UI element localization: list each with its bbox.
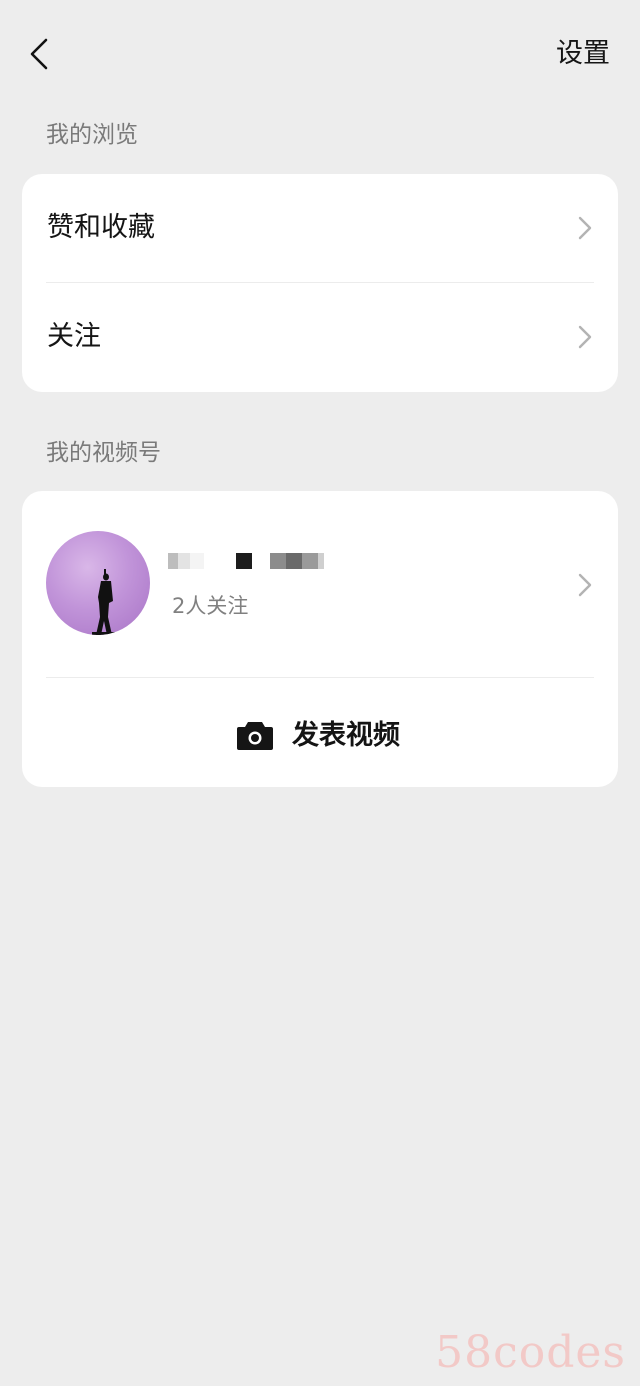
channel-item[interactable]: 2人关注 xyxy=(22,491,618,677)
likes-and-favorites-label: 赞和收藏 xyxy=(47,212,155,243)
top-bar: 设置 xyxy=(0,0,640,110)
section-title-browse: 我的浏览 xyxy=(46,122,138,148)
avatar-silhouette-icon xyxy=(92,569,118,635)
channels-card: 2人关注 发表视频 xyxy=(22,491,618,787)
chevron-right-icon xyxy=(578,325,592,349)
followers-count: 2人关注 xyxy=(172,594,249,618)
following-item[interactable]: 关注 xyxy=(22,283,618,391)
channel-name-mosaic xyxy=(168,553,324,569)
avatar xyxy=(46,531,150,635)
camera-icon xyxy=(237,721,273,750)
settings-button[interactable]: 设置 xyxy=(556,36,610,72)
following-label: 关注 xyxy=(47,321,101,352)
post-video-label: 发表视频 xyxy=(292,720,400,751)
chevron-right-icon xyxy=(578,216,592,240)
watermark: 58codes xyxy=(435,1327,626,1378)
chevron-right-icon xyxy=(578,573,592,597)
browse-card: 赞和收藏 关注 xyxy=(22,174,618,392)
likes-and-favorites-item[interactable]: 赞和收藏 xyxy=(22,174,618,282)
chevron-left-icon xyxy=(30,38,48,70)
section-title-channels: 我的视频号 xyxy=(46,440,161,466)
post-video-button[interactable]: 发表视频 xyxy=(22,678,618,787)
back-button[interactable] xyxy=(22,32,62,76)
post-video-content: 发表视频 xyxy=(236,678,400,787)
